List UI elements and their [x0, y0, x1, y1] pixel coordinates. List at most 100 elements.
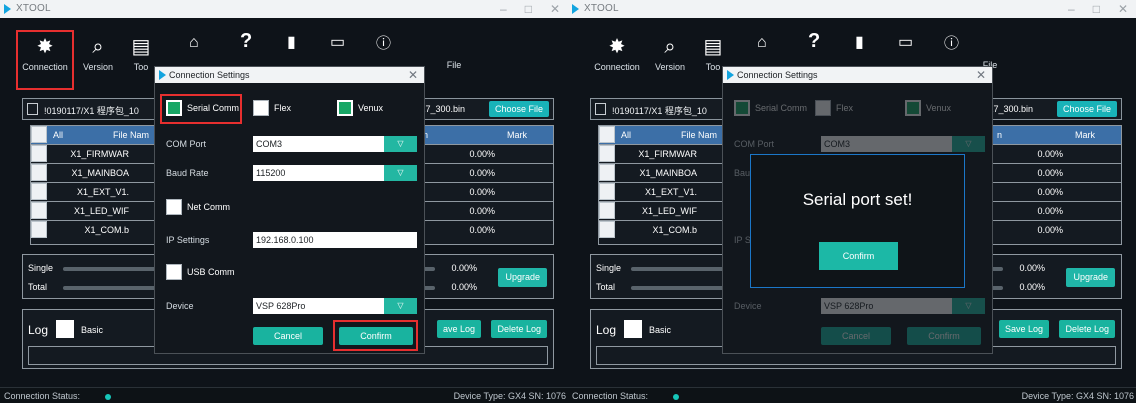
title-bar: XTOOL – □ ✕: [0, 0, 568, 18]
file-icon: ▮: [855, 34, 864, 51]
row-checkbox[interactable]: [31, 221, 47, 238]
info-icon: ⓘ: [944, 35, 960, 52]
com-port-select[interactable]: COM3 ▽: [253, 136, 417, 152]
app-title: XTOOL: [584, 3, 619, 14]
printer-icon: ▤: [131, 36, 151, 58]
net-comm-checkbox[interactable]: [166, 199, 182, 215]
serial-port-message-box: Serial port set! Confirm: [750, 154, 965, 288]
chevron-down-icon: ▽: [384, 136, 417, 152]
baud-rate-select[interactable]: 115200 ▽: [253, 165, 417, 181]
select-all-checkbox[interactable]: [31, 126, 47, 143]
search-icon: ⌕: [92, 36, 104, 58]
window-controls: – □ ✕: [500, 2, 560, 16]
message-confirm-button[interactable]: Confirm: [819, 242, 898, 270]
status-bar: Connection Status: Device Type: GX4 SN: …: [568, 387, 1136, 403]
chevron-down-icon: ▽: [952, 136, 985, 152]
delete-log-button[interactable]: Delete Log: [1059, 320, 1115, 338]
device-select[interactable]: VSP 628Pro ▽: [253, 298, 417, 314]
tools-button[interactable]: ▤ Too: [126, 32, 156, 92]
app-title: XTOOL: [16, 3, 51, 14]
help-icon: ?: [240, 30, 253, 52]
net-comm-option[interactable]: Net Comm: [166, 198, 230, 216]
flex-option[interactable]: Flex: [253, 99, 291, 117]
help-icon: ?: [808, 30, 821, 52]
app-logo-icon: [4, 4, 11, 14]
venux-checkbox: [905, 100, 921, 116]
chevron-down-icon: ▽: [384, 298, 417, 314]
version-button[interactable]: ⌕ Version: [648, 32, 692, 92]
window-controls: – □ ✕: [1068, 2, 1128, 16]
status-bar: Connection Status: Device Type: GX4 SN: …: [0, 387, 568, 403]
dialog-logo-icon: [727, 70, 734, 80]
device-icon: ⌂: [757, 34, 767, 51]
basic-checkbox[interactable]: [56, 320, 74, 338]
close-button[interactable]: ✕: [1118, 2, 1128, 16]
upgrade-button[interactable]: Upgrade: [1066, 268, 1115, 287]
flex-option: Flex: [815, 99, 853, 117]
confirm-button: Confirm: [907, 327, 981, 345]
search-icon: ⌕: [664, 36, 676, 58]
screen-icon: ▭: [898, 34, 914, 51]
serial-comm-checkbox: [734, 100, 750, 116]
minimize-button[interactable]: –: [500, 2, 507, 16]
connection-status-dot: [673, 394, 679, 400]
venux-option[interactable]: Venux: [337, 99, 383, 117]
screen-icon: ▭: [330, 34, 346, 51]
dialog-close-button[interactable]: ✕: [408, 68, 418, 82]
row-checkbox[interactable]: [599, 202, 615, 219]
document-icon: [595, 103, 606, 115]
delete-log-button[interactable]: Delete Log: [491, 320, 547, 338]
version-button[interactable]: ⌕ Version: [76, 32, 120, 92]
document-icon: [27, 103, 38, 115]
dialog-logo-icon: [159, 70, 166, 80]
flex-checkbox[interactable]: [253, 100, 269, 116]
maximize-button[interactable]: □: [1093, 2, 1100, 16]
basic-checkbox[interactable]: [624, 320, 642, 338]
chevron-down-icon: ▽: [384, 165, 417, 181]
cancel-button[interactable]: Cancel: [253, 327, 323, 345]
choose-file-button[interactable]: Choose File: [1056, 101, 1117, 117]
save-log-button[interactable]: ave Log: [436, 320, 481, 338]
file-icon: ▮: [287, 34, 296, 51]
message-text: Serial port set!: [802, 190, 913, 209]
choose-file-button[interactable]: Choose File: [488, 101, 549, 117]
device-icon: ⌂: [189, 34, 199, 51]
title-bar: XTOOL – □ ✕: [568, 0, 1136, 18]
com-port-select: COM3 ▽: [821, 136, 985, 152]
usb-comm-option[interactable]: USB Comm: [166, 263, 235, 281]
venux-checkbox[interactable]: [337, 100, 353, 116]
serial-comm-option: Serial Comm: [734, 99, 807, 117]
printer-icon: ▤: [703, 36, 723, 58]
connection-button[interactable]: ✸ Connection: [16, 30, 74, 90]
info-icon: ⓘ: [376, 35, 392, 52]
dialog-close-button[interactable]: ✕: [976, 68, 986, 82]
usb-comm-checkbox[interactable]: [166, 264, 182, 280]
confirm-highlight: [333, 320, 418, 351]
cancel-button: Cancel: [821, 327, 891, 345]
chevron-down-icon: ▽: [952, 298, 985, 314]
row-checkbox[interactable]: [31, 202, 47, 219]
save-log-button[interactable]: Save Log: [998, 320, 1049, 338]
connection-status-dot: [105, 394, 111, 400]
app-logo-icon: [572, 4, 579, 14]
row-checkbox[interactable]: [599, 145, 615, 162]
upgrade-button[interactable]: Upgrade: [498, 268, 547, 287]
row-checkbox[interactable]: [31, 145, 47, 162]
row-checkbox[interactable]: [599, 221, 615, 238]
row-checkbox[interactable]: [31, 164, 47, 181]
maximize-button[interactable]: □: [525, 2, 532, 16]
device-select: VSP 628Pro ▽: [821, 298, 985, 314]
row-checkbox[interactable]: [599, 164, 615, 181]
dialog-header: Connection Settings ✕: [723, 67, 992, 83]
dialog-header: Connection Settings ✕: [155, 67, 424, 83]
venux-option: Venux: [905, 99, 951, 117]
right-window: XTOOL – □ ✕ ✸ Connection ⌕ Version ▤ Too…: [568, 0, 1136, 403]
row-checkbox[interactable]: [31, 183, 47, 200]
minimize-button[interactable]: –: [1068, 2, 1075, 16]
close-button[interactable]: ✕: [550, 2, 560, 16]
row-checkbox[interactable]: [599, 183, 615, 200]
ip-settings-input[interactable]: 192.168.0.100: [253, 232, 417, 248]
connection-button[interactable]: ✸ Connection: [588, 32, 646, 92]
select-all-checkbox[interactable]: [599, 126, 615, 143]
gear-icon: ✸: [36, 36, 54, 58]
